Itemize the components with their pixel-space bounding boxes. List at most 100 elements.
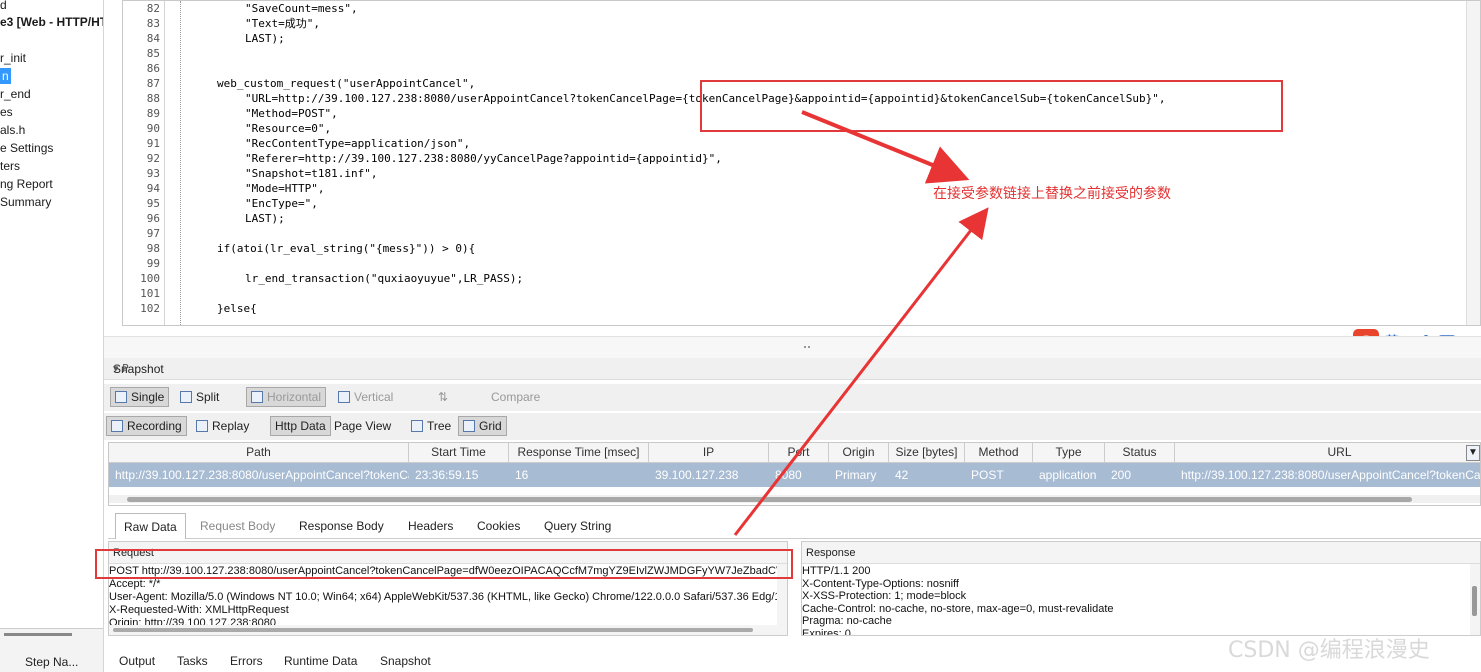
scrollbar-thumb[interactable] <box>127 497 1412 502</box>
scrollbar[interactable] <box>4 633 72 636</box>
tab-raw-data[interactable]: Raw Data <box>115 513 186 539</box>
code-line[interactable]: "Resource=0", <box>245 121 331 136</box>
scrollbar-thumb[interactable] <box>113 628 753 632</box>
code-line[interactable]: "Snapshot=t181.inf", <box>245 166 377 181</box>
tab-runtime-data[interactable]: Runtime Data <box>284 654 357 668</box>
sidebar-item-globals[interactable]: als.h <box>0 122 25 138</box>
tab-snapshot[interactable]: Snapshot <box>380 654 431 668</box>
sidebar-item-script[interactable]: e3 [Web - HTTP/HTML] <box>0 14 103 30</box>
http-data-button[interactable]: Http Data <box>270 416 331 436</box>
response-line[interactable]: Cache-Control: no-cache, no-store, max-a… <box>802 603 1114 615</box>
column-header[interactable]: Origin <box>829 443 889 463</box>
split-button[interactable]: Split <box>176 387 223 407</box>
horizontal-icon <box>251 391 263 403</box>
grid-button[interactable]: Grid <box>458 416 507 436</box>
code-line[interactable]: "EncType=", <box>245 196 318 211</box>
replay-button[interactable]: Replay <box>192 416 253 436</box>
split-view-icon <box>180 391 192 403</box>
http-data-grid[interactable]: Path Start Time Response Time [msec] IP Port… <box>108 442 1481 506</box>
code-line[interactable]: lr_end_transaction("quxiaoyuyue",LR_PASS… <box>245 271 523 286</box>
request-line[interactable]: X-Requested-With: XMLHttpRequest <box>109 604 289 616</box>
table-cell[interactable]: Primary <box>829 463 889 487</box>
pane-splitter[interactable] <box>104 336 1481 358</box>
table-cell[interactable]: 23:36:59.15 <box>409 463 509 487</box>
tree-button[interactable]: Tree <box>407 416 455 436</box>
response-pane[interactable]: Response HTTP/1.1 200 X-Content-Type-Opti… <box>801 541 1481 636</box>
sidebar-item-parameters[interactable]: ters <box>0 158 20 174</box>
splitter-grip[interactable] <box>804 346 810 350</box>
response-line[interactable]: Pragma: no-cache <box>802 615 892 627</box>
code-line[interactable]: LAST); <box>245 31 285 46</box>
table-cell[interactable]: 200 <box>1105 463 1175 487</box>
sidebar-item-vuser-end[interactable]: r_end <box>0 86 31 102</box>
response-line[interactable]: X-Content-Type-Options: nosniff <box>802 578 959 590</box>
horizontal-button[interactable]: Horizontal <box>246 387 327 407</box>
line-number: 98 <box>146 242 160 255</box>
tab-query-string[interactable]: Query String <box>536 513 619 539</box>
code-line[interactable]: "Referer=http://39.100.127.238:8080/yyCa… <box>245 151 722 166</box>
tab-headers[interactable]: Headers <box>400 513 461 539</box>
filter-icon[interactable]: ▼ <box>1466 445 1480 461</box>
vertical-button[interactable]: Vertical <box>334 387 397 407</box>
response-line[interactable]: Expires: 0 <box>802 628 851 636</box>
table-cell[interactable]: 42 <box>889 463 965 487</box>
column-header[interactable]: Start Time <box>409 443 509 463</box>
sidebar-item-runtime-settings[interactable]: e Settings <box>0 140 53 156</box>
tab-output[interactable]: Output <box>119 654 155 668</box>
single-button[interactable]: Single <box>110 387 170 407</box>
code-line[interactable]: "Text=成功", <box>245 16 320 31</box>
pin-icon[interactable]: ▾ ₽ <box>113 362 1477 375</box>
column-header[interactable]: Response Time [msec] <box>509 443 649 463</box>
editor-scrollbar[interactable] <box>1466 1 1480 325</box>
column-header[interactable]: Status <box>1105 443 1175 463</box>
sidebar-item[interactable]: d <box>0 0 7 13</box>
sync-icon[interactable]: ⇅ <box>434 387 452 407</box>
response-line[interactable]: HTTP/1.1 200 <box>802 565 870 577</box>
code-line[interactable]: LAST); <box>245 211 285 226</box>
code-line[interactable]: "SaveCount=mess", <box>245 1 358 16</box>
code-line[interactable]: "Method=POST", <box>245 106 338 121</box>
tab-response-body[interactable]: Response Body <box>291 513 392 539</box>
sidebar-item-action[interactable]: n <box>0 68 11 84</box>
sidebar-item-vuser-init[interactable]: r_init <box>0 50 26 66</box>
table-cell[interactable]: http://39.100.127.238:8080/userAppointCa… <box>109 463 409 487</box>
code-editor[interactable]: 82 83 84 85 86 87 88 89 90 91 92 93 94 95 96 97 98 99 100 1… <box>122 0 1481 326</box>
code-line[interactable]: "Mode=HTTP", <box>245 181 324 196</box>
sidebar-item-recording-report[interactable]: ng Report <box>0 176 53 192</box>
code-line[interactable]: }else{ <box>217 301 257 316</box>
tab-tasks[interactable]: Tasks <box>177 654 208 668</box>
page-view-button[interactable]: Page View <box>330 416 395 436</box>
line-number: 86 <box>146 62 160 75</box>
table-cell[interactable]: 16 <box>509 463 649 487</box>
request-line[interactable]: User-Agent: Mozilla/5.0 (Windows NT 10.0… <box>109 591 787 603</box>
response-line[interactable]: X-XSS-Protection: 1; mode=block <box>802 590 966 602</box>
column-header[interactable]: Port <box>769 443 829 463</box>
code-line[interactable]: "RecContentType=application/json", <box>245 136 470 151</box>
code-line[interactable]: web_custom_request("userAppointCancel", <box>217 76 475 91</box>
column-header[interactable]: Type <box>1033 443 1105 463</box>
table-cell[interactable]: 8080 <box>769 463 829 487</box>
code-line[interactable]: if(atoi(lr_eval_string("{mess}")) > 0){ <box>217 241 475 256</box>
column-header[interactable]: Method <box>965 443 1033 463</box>
table-cell[interactable]: 39.100.127.238 <box>649 463 769 487</box>
table-cell[interactable]: application <box>1033 463 1105 487</box>
response-vertical-scrollbar[interactable] <box>1470 564 1480 635</box>
grid-horizontal-scrollbar[interactable] <box>109 495 1480 503</box>
column-header[interactable]: Size [bytes] <box>889 443 965 463</box>
compare-button[interactable]: Compare <box>487 387 544 407</box>
scrollbar-thumb[interactable] <box>1472 586 1477 616</box>
column-header[interactable]: Path <box>109 443 409 463</box>
table-row[interactable]: http://39.100.127.238:8080/userAppointCa… <box>109 463 1480 487</box>
tab-cookies[interactable]: Cookies <box>469 513 528 539</box>
table-cell[interactable]: http://39.100.127.238:8080/userAppointCa… <box>1175 463 1480 487</box>
request-line[interactable]: Accept: */* <box>109 578 160 590</box>
recording-button[interactable]: Recording <box>106 416 187 436</box>
request-horizontal-scrollbar[interactable] <box>109 625 787 635</box>
table-cell[interactable]: POST <box>965 463 1033 487</box>
sidebar-item-files[interactable]: es <box>0 104 13 120</box>
column-header[interactable]: IP <box>649 443 769 463</box>
tab-request-body[interactable]: Request Body <box>192 513 283 539</box>
tab-errors[interactable]: Errors <box>230 654 263 668</box>
sidebar-item-summary[interactable]: Summary <box>0 194 51 210</box>
column-header[interactable]: URL <box>1175 443 1480 463</box>
